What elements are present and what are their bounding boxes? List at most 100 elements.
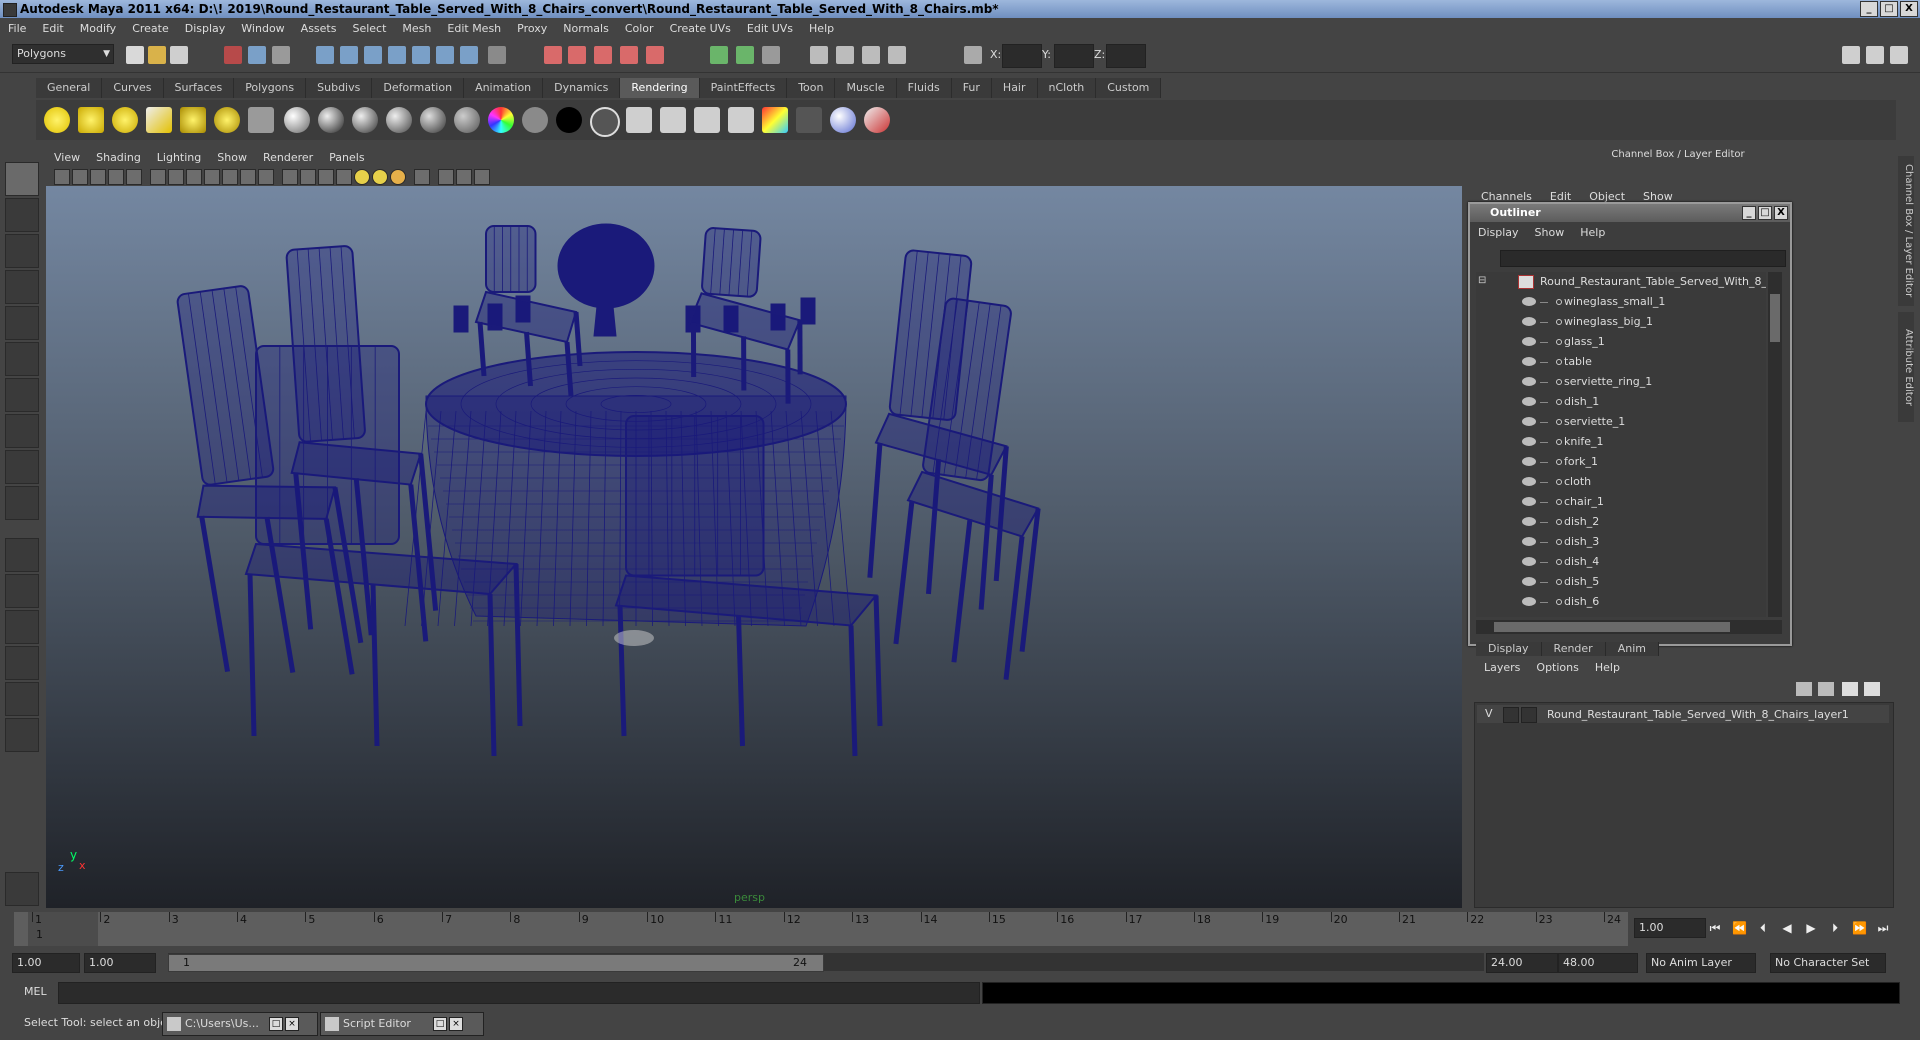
menu-window[interactable]: Window <box>233 22 292 35</box>
menu-create-uvs[interactable]: Create UVs <box>662 22 739 35</box>
shadows-icon[interactable] <box>390 169 406 185</box>
outliner-item[interactable]: dish_2 <box>1476 512 1766 532</box>
layer-row[interactable]: V Round_Restaurant_Table_Served_With_8_C… <box>1477 705 1889 723</box>
ipr-icon[interactable] <box>660 107 686 133</box>
outliner-item[interactable]: knife_1 <box>1476 432 1766 452</box>
move-tool-icon[interactable] <box>5 270 39 304</box>
side-tab-channel-box[interactable]: Channel Box / Layer Editor <box>1898 156 1914 306</box>
hypershade-layout-icon[interactable] <box>5 682 39 716</box>
snap-grid-icon[interactable] <box>316 46 334 64</box>
directional-light-icon[interactable] <box>78 107 104 133</box>
outliner-menu-display[interactable]: Display <box>1470 224 1527 242</box>
bookmark-icon[interactable] <box>90 169 106 185</box>
gate-mask-icon[interactable] <box>204 169 220 185</box>
graph-layout-icon[interactable] <box>5 646 39 680</box>
maximize-button[interactable]: □ <box>1880 1 1898 17</box>
outliner-maximize-button[interactable]: □ <box>1758 206 1772 220</box>
anim-layer-dropdown[interactable]: No Anim Layer <box>1646 953 1756 973</box>
black-shader-icon[interactable] <box>556 107 582 133</box>
use-background-icon[interactable] <box>590 107 620 137</box>
outliner-horizontal-scrollbar[interactable] <box>1476 620 1782 634</box>
render-current-frame-icon[interactable] <box>544 46 562 64</box>
menu-select[interactable]: Select <box>344 22 394 35</box>
character-set-dropdown[interactable]: No Character Set <box>1770 953 1886 973</box>
smooth-shade-icon[interactable] <box>300 169 316 185</box>
taskbar-item-explorer[interactable]: C:\Users\Us... □ × <box>162 1012 318 1036</box>
layered-shader-icon[interactable] <box>454 107 480 133</box>
shelf-tab-muscle[interactable]: Muscle <box>835 78 897 98</box>
shelf-tab-deformation[interactable]: Deformation <box>372 78 465 98</box>
side-tab-attribute-editor[interactable]: Attribute Editor <box>1898 312 1914 422</box>
ipr-render-icon[interactable] <box>568 46 586 64</box>
close-icon[interactable]: × <box>449 1017 463 1031</box>
ambient-light-icon[interactable] <box>44 107 70 133</box>
snap-view-plane-icon[interactable] <box>388 46 406 64</box>
step-forward-key-icon[interactable]: ⏩ <box>1852 921 1867 935</box>
collapse-icon[interactable]: ⊟ <box>1478 275 1486 286</box>
outliner-item[interactable]: dish_5 <box>1476 572 1766 592</box>
mental-ray-icon[interactable] <box>830 107 856 133</box>
film-gate-icon[interactable] <box>168 169 184 185</box>
perspective-viewport[interactable]: y x z persp <box>46 186 1462 908</box>
shelf-tab-polygons[interactable]: Polygons <box>234 78 307 98</box>
safe-action-icon[interactable] <box>240 169 256 185</box>
last-tool-icon[interactable] <box>5 486 39 520</box>
ramp-shader-icon[interactable] <box>488 107 514 133</box>
range-slider-thumb[interactable]: 1 24 <box>168 954 824 972</box>
step-back-key-icon[interactable]: ⏪ <box>1732 921 1747 935</box>
render-current-icon[interactable] <box>626 107 652 133</box>
outliner-vscroll-thumb[interactable] <box>1770 294 1780 342</box>
new-empty-layer-icon[interactable] <box>1842 682 1858 696</box>
close-icon[interactable]: × <box>285 1017 299 1031</box>
vp-menu-panels[interactable]: Panels <box>321 151 372 164</box>
restore-icon[interactable]: □ <box>269 1017 283 1031</box>
batch-render-icon[interactable] <box>796 107 822 133</box>
outliner-item[interactable]: glass_1 <box>1476 332 1766 352</box>
hud-icon[interactable] <box>474 169 490 185</box>
transform-icon[interactable] <box>964 46 982 64</box>
script-icon[interactable] <box>5 872 39 906</box>
wireframe-icon[interactable] <box>282 169 298 185</box>
render-view-icon[interactable] <box>620 46 638 64</box>
layer-tab-render[interactable]: Render <box>1541 642 1606 656</box>
render-layout-icon[interactable] <box>5 718 39 752</box>
help-question-icon[interactable] <box>460 46 478 64</box>
open-scene-icon[interactable] <box>148 46 166 64</box>
point-light-icon[interactable] <box>112 107 138 133</box>
lambert-icon[interactable] <box>284 107 310 133</box>
vp-menu-lighting[interactable]: Lighting <box>149 151 209 164</box>
step-forward-frame-icon[interactable]: ⏵ <box>1828 921 1842 935</box>
four-pane-layout-icon[interactable] <box>5 574 39 608</box>
image-plane-icon[interactable] <box>108 169 124 185</box>
outliner-item[interactable]: dish_6 <box>1476 592 1766 612</box>
resolution-gate-icon[interactable] <box>186 169 202 185</box>
layer-tab-display[interactable]: Display <box>1476 642 1542 656</box>
input-line-icon[interactable] <box>710 46 728 64</box>
z-field[interactable] <box>1106 44 1146 68</box>
wireframe-on-shaded-icon[interactable] <box>318 169 334 185</box>
shelf-tab-painteffects[interactable]: PaintEffects <box>699 78 788 98</box>
paint-brush-icon[interactable] <box>864 107 890 133</box>
phongE-icon[interactable] <box>386 107 412 133</box>
camera-select-icon[interactable] <box>54 169 70 185</box>
shelf-tab-surfaces[interactable]: Surfaces <box>163 78 235 98</box>
menu-mesh[interactable]: Mesh <box>394 22 439 35</box>
close-button[interactable]: X <box>1900 1 1918 17</box>
vp-menu-renderer[interactable]: Renderer <box>255 151 321 164</box>
sidebar-toggle-icon[interactable] <box>736 46 754 64</box>
outliner-item[interactable]: dish_4 <box>1476 552 1766 572</box>
layer-menu-layers[interactable]: Layers <box>1476 660 1528 676</box>
shelf-tab-toon[interactable]: Toon <box>787 78 836 98</box>
hypergraph-icon[interactable] <box>888 46 906 64</box>
render-layer-icon[interactable] <box>248 107 274 133</box>
shelf-tab-fluids[interactable]: Fluids <box>896 78 952 98</box>
shelf-tab-ncloth[interactable]: nCloth <box>1037 78 1097 98</box>
outliner-vertical-scrollbar[interactable] <box>1768 272 1782 617</box>
outliner-filter-field[interactable] <box>1500 250 1786 267</box>
channel-box-toggle-icon[interactable] <box>1890 46 1908 64</box>
single-pane-layout-icon[interactable] <box>5 538 39 572</box>
outliner-root-row[interactable]: ⊟ Round_Restaurant_Table_Served_With_8_C… <box>1476 272 1766 292</box>
shelf-tab-custom[interactable]: Custom <box>1096 78 1162 98</box>
outliner-titlebar[interactable]: Outliner _ □ X <box>1470 204 1790 222</box>
paint-select-tool-icon[interactable] <box>5 234 39 268</box>
